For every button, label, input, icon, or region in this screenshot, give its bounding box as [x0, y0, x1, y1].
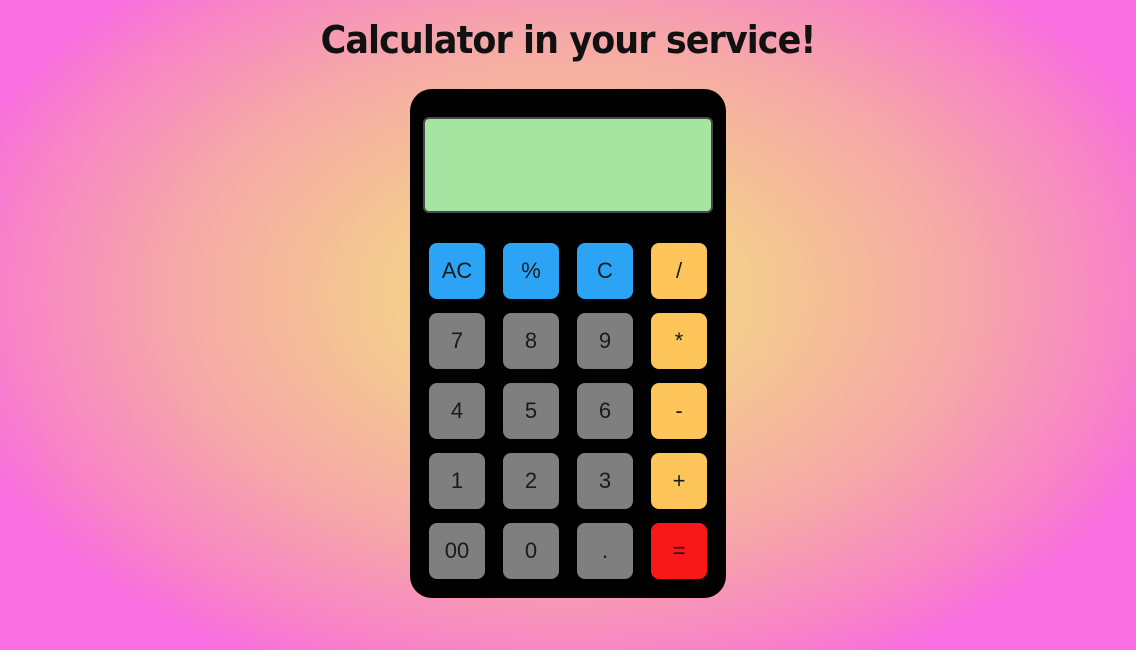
digit-0-button[interactable]: 0 [503, 523, 559, 579]
percent-button[interactable]: % [503, 243, 559, 299]
digit-8-button[interactable]: 8 [503, 313, 559, 369]
keypad: AC % C / 7 8 9 * 4 5 6 - 1 2 3 + 00 0 . … [429, 243, 707, 579]
clear-button[interactable]: C [577, 243, 633, 299]
add-button[interactable]: + [651, 453, 707, 509]
digit-2-button[interactable]: 2 [503, 453, 559, 509]
calculator-display [423, 117, 713, 213]
subtract-button[interactable]: - [651, 383, 707, 439]
divide-button[interactable]: / [651, 243, 707, 299]
digit-5-button[interactable]: 5 [503, 383, 559, 439]
digit-7-button[interactable]: 7 [429, 313, 485, 369]
all-clear-button[interactable]: AC [429, 243, 485, 299]
equals-button[interactable]: = [651, 523, 707, 579]
digit-9-button[interactable]: 9 [577, 313, 633, 369]
display-value [699, 144, 711, 185]
multiply-button[interactable]: * [651, 313, 707, 369]
digit-6-button[interactable]: 6 [577, 383, 633, 439]
decimal-point-button[interactable]: . [577, 523, 633, 579]
page-title: Calculator in your service! [320, 18, 817, 62]
digit-3-button[interactable]: 3 [577, 453, 633, 509]
double-zero-button[interactable]: 00 [429, 523, 485, 579]
digit-4-button[interactable]: 4 [429, 383, 485, 439]
digit-1-button[interactable]: 1 [429, 453, 485, 509]
calculator: AC % C / 7 8 9 * 4 5 6 - 1 2 3 + 00 0 . … [410, 89, 726, 598]
